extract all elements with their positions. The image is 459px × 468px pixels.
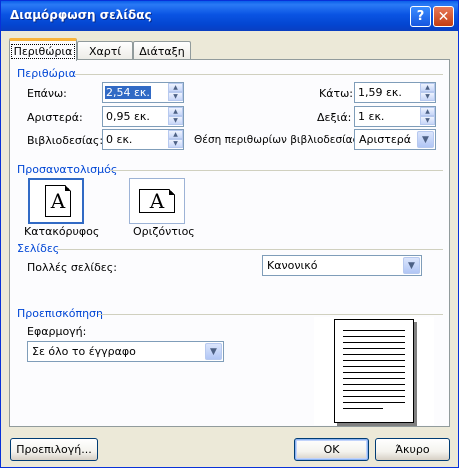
right-margin-spinner[interactable]: 1 εκ. ▲ ▼	[354, 106, 436, 127]
bottom-margin-value: 1,59 εκ.	[358, 86, 402, 99]
ok-label: OK	[323, 443, 340, 456]
left-margin-value: 0,95 εκ.	[106, 110, 150, 123]
portrait-page-icon: A	[45, 185, 71, 217]
right-margin-up-icon[interactable]: ▲	[420, 107, 435, 116]
ok-button[interactable]: OK	[294, 438, 369, 461]
preview-page	[334, 319, 414, 423]
bottom-margin-down-icon[interactable]: ▼	[420, 92, 435, 101]
page-preview	[314, 317, 434, 425]
pages-group-title: Σελίδες	[17, 242, 60, 255]
bottom-margin-spinner[interactable]: 1,59 εκ. ▲ ▼	[354, 82, 436, 103]
tab-margins-label: Περιθώρια	[10, 43, 76, 59]
chevron-down-icon[interactable]: ▼	[205, 343, 222, 360]
multiple-pages-value: Κανονικό	[267, 259, 318, 272]
right-margin-value: 1 εκ.	[358, 110, 385, 123]
tab-paper[interactable]: Χαρτί	[77, 41, 133, 60]
portrait-label: Κατακόρυφος	[24, 225, 100, 238]
top-margin-spinner[interactable]: 2,54 εκ. ▲ ▼	[102, 82, 184, 103]
margins-divider	[75, 74, 443, 75]
gutter-position-value: Αριστερά	[359, 133, 412, 146]
window-title: Διαμόρφωση σελίδας	[10, 8, 152, 22]
cancel-button[interactable]: Άκυρο	[375, 438, 450, 461]
tab-margins[interactable]: Περιθώρια	[9, 38, 77, 61]
tab-paper-label: Χαρτί	[88, 44, 122, 58]
set-default-button[interactable]: Προεπιλογή...	[10, 438, 98, 461]
left-margin-label: Αριστερά:	[27, 111, 83, 124]
right-margin-down-icon[interactable]: ▼	[420, 116, 435, 125]
set-default-label: Προεπιλογή...	[16, 443, 92, 456]
margins-group-title: Περιθώρια	[17, 67, 76, 80]
tab-layout-label: Διάταξη	[139, 44, 185, 58]
top-margin-down-icon[interactable]: ▼	[168, 92, 183, 101]
gutter-position-label: Θέση περιθωρίων βιβλιοδεσίας:	[194, 134, 363, 146]
title-bar[interactable]: Διαμόρφωση σελίδας ? ✕	[1, 1, 458, 31]
close-icon: ✕	[437, 8, 450, 25]
left-margin-spinner[interactable]: 0,95 εκ. ▲ ▼	[102, 106, 184, 127]
apply-to-select[interactable]: Σε όλο το έγγραφο ▼	[27, 341, 224, 362]
bottom-margin-label: Κάτω:	[319, 87, 354, 100]
gutter-position-select[interactable]: Αριστερά ▼	[354, 129, 436, 150]
multiple-pages-label: Πολλές σελίδες:	[27, 261, 117, 274]
landscape-page-icon: A	[139, 189, 175, 213]
gutter-value: 0 εκ.	[106, 133, 133, 146]
gutter-down-icon[interactable]: ▼	[168, 139, 183, 148]
cancel-label: Άκυρο	[395, 443, 430, 456]
orientation-group-title: Προσανατολισμός	[17, 163, 118, 176]
preview-group-title: Προεπισκόπηση	[17, 307, 103, 320]
apply-to-label: Εφαρμογή:	[27, 325, 87, 338]
top-margin-up-icon[interactable]: ▲	[168, 83, 183, 92]
landscape-label: Οριζόντιος	[133, 225, 195, 238]
landscape-option[interactable]: A	[129, 178, 185, 224]
chevron-down-icon[interactable]: ▼	[417, 131, 434, 148]
top-margin-value: 2,54 εκ.	[105, 86, 151, 99]
top-margin-label: Επάνω:	[27, 87, 67, 100]
preview-divider	[98, 314, 443, 315]
left-margin-down-icon[interactable]: ▼	[168, 116, 183, 125]
left-margin-up-icon[interactable]: ▲	[168, 107, 183, 116]
orientation-divider	[109, 170, 443, 171]
apply-to-value: Σε όλο το έγγραφο	[32, 345, 136, 358]
gutter-spinner[interactable]: 0 εκ. ▲ ▼	[102, 129, 184, 150]
gutter-up-icon[interactable]: ▲	[168, 130, 183, 139]
close-button[interactable]: ✕	[433, 6, 454, 27]
bottom-margin-up-icon[interactable]: ▲	[420, 83, 435, 92]
tab-layout[interactable]: Διάταξη	[133, 41, 191, 60]
page-setup-dialog: Διαμόρφωση σελίδας ? ✕ Περιθώρια Χαρτί Δ…	[0, 0, 459, 468]
right-margin-label: Δεξιά:	[317, 111, 352, 124]
multiple-pages-select[interactable]: Κανονικό ▼	[262, 255, 422, 276]
portrait-option[interactable]: A	[28, 178, 84, 224]
gutter-label: Βιβλιοδεσίας:	[27, 134, 104, 147]
pages-divider	[57, 249, 443, 250]
help-button[interactable]: ?	[410, 6, 431, 27]
help-icon: ?	[416, 9, 425, 24]
chevron-down-icon[interactable]: ▼	[403, 257, 420, 274]
